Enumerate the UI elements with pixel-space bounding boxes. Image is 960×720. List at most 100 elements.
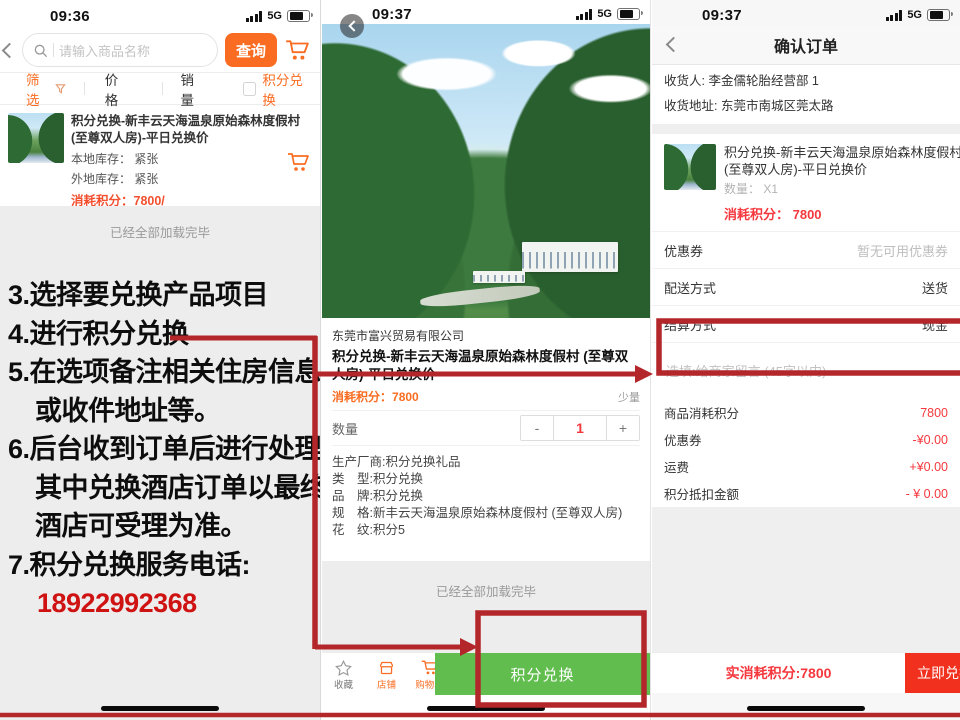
spec-list: 生产厂商:积分兑换礼品 类 型:积分兑换 品 牌:积分兑换 规 格:新丰云天海温… (332, 454, 640, 539)
favorite-button[interactable]: 收藏 (322, 658, 365, 691)
filter-tab[interactable]: 筛选 (8, 69, 51, 109)
payment-method-row[interactable]: 结算方式 现金 (652, 305, 960, 342)
panel-product-list: 09:36 5G 请输入商品名称 查询 (0, 0, 321, 720)
search-placeholder: 请输入商品名称 (59, 41, 150, 60)
add-to-cart-icon[interactable] (286, 151, 310, 173)
instruction-line: 6.后台收到订单后进行处理 (8, 430, 321, 469)
quantity-plus-button[interactable]: + (607, 416, 639, 440)
product-thumbnail (8, 113, 64, 163)
redeem-now-button[interactable]: 立即兑换 (905, 653, 960, 693)
quantity-value: 1 (553, 416, 607, 440)
hotel-building (473, 271, 525, 283)
battery-icon (617, 8, 640, 21)
status-time: 09:37 (666, 7, 742, 24)
quantity-stepper: - 1 + (520, 415, 640, 441)
cellular-signal-icon (246, 11, 263, 22)
detail-footer-area: 已经全部加载完毕 (322, 561, 650, 652)
search-icon (33, 43, 48, 58)
bottom-toolbar: 收藏 店铺 购物车 积分兑换 (322, 652, 650, 695)
cellular-signal-icon (886, 10, 903, 21)
local-stock: 本地库存： 紧张 (71, 150, 312, 167)
price-tab[interactable]: 价格 (105, 69, 130, 109)
price-row-coupon: 优惠券 -¥0.00 (652, 426, 960, 453)
all-loaded-text: 已经全部加载完毕 (0, 206, 320, 241)
home-indicator (101, 706, 219, 711)
all-loaded-text: 已经全部加载完毕 (436, 581, 536, 652)
instruction-line: 7.积分兑换服务电话: (8, 546, 321, 585)
spec-line: 品 牌:积分兑换 (332, 488, 640, 505)
spec-line: 生产厂商:积分兑换礼品 (332, 454, 640, 471)
scarcity-hint: 少量 (618, 389, 640, 405)
merchant-note-field[interactable] (652, 342, 960, 399)
panel-product-detail: 09:37 5G 东莞市富兴贸易有限公司 积分兑换-新丰云天海温泉原始森林度假村… (322, 0, 651, 720)
quantity-label: 数量 (332, 419, 358, 438)
search-row: 请输入商品名称 查询 (0, 28, 320, 72)
points-filter-checkbox[interactable] (243, 82, 256, 96)
points-filter-label[interactable]: 积分兑换 (262, 69, 312, 109)
product-thumbnail (664, 144, 716, 190)
search-caret (53, 43, 54, 57)
status-time: 09:36 (14, 8, 90, 25)
spec-line: 类 型:积分兑换 (332, 471, 640, 488)
checkout-bar: 实消耗积分:7800 立即兑换 (652, 652, 960, 693)
product-title: 积分兑换-新丰云天海温泉原始森林度假村 (至尊双人房)-平日兑换价 (724, 144, 960, 178)
back-button[interactable] (340, 14, 364, 38)
sales-tab[interactable]: 销量 (181, 69, 206, 109)
status-bar: 09:36 5G (0, 0, 320, 28)
slide-canvas: 09:36 5G 请输入商品名称 查询 (0, 0, 960, 720)
receiver-line: 收货人: 李金儒轮胎经营部 1 (664, 74, 960, 89)
filter-bar: 筛选 价格 销量 积分兑换 (0, 72, 320, 105)
instruction-line: 3.选择要兑换产品项目 (8, 276, 321, 315)
back-icon[interactable] (2, 42, 18, 58)
cart-icon[interactable] (284, 38, 310, 62)
address-line: 收货地址: 东莞市南城区莞太路 (664, 99, 960, 114)
instruction-line: 或收件地址等。 (8, 392, 321, 431)
price-row-shipping: 运费 +¥0.00 (652, 453, 960, 480)
quantity-minus-button[interactable]: - (521, 416, 553, 440)
home-indicator (427, 706, 545, 711)
product-title: 积分兑换-新丰云天海温泉原始森林度假村 (至尊双人房)-平日兑换价 (71, 113, 312, 147)
merchant-note-input[interactable] (664, 363, 948, 380)
instructions-overlay: 3.选择要兑换产品项目 4.进行积分兑换 5.在选项备注相关住房信息 或收件地址… (8, 276, 321, 623)
network-type-label: 5G (597, 8, 612, 20)
funnel-icon (55, 83, 66, 95)
address-block[interactable]: 收货人: 李金儒轮胎经营部 1 收货地址: 东莞市南城区莞太路 (652, 65, 960, 124)
network-type-label: 5G (267, 10, 282, 22)
resort-photo (322, 24, 650, 318)
company-name: 东莞市富兴贸易有限公司 (332, 327, 640, 344)
hotel-building (522, 242, 618, 272)
service-phone-number: 18922992368 (8, 584, 321, 623)
star-icon (335, 660, 352, 676)
network-type-label: 5G (907, 9, 922, 21)
order-product-item: 积分兑换-新丰云天海温泉原始森林度假村 (至尊双人房)-平日兑换价 数量： X1… (652, 134, 960, 231)
price-row-deduction: 积分抵扣金额 - ¥ 0.00 (652, 480, 960, 507)
search-query-button[interactable]: 查询 (225, 33, 277, 67)
product-info-section: 东莞市富兴贸易有限公司 积分兑换-新丰云天海温泉原始森林度假村 (至尊双人房)-… (322, 318, 650, 539)
home-indicator (747, 706, 865, 711)
points-cost: 消耗积分： 7800 (724, 204, 960, 223)
battery-icon (287, 10, 310, 23)
redeem-points-button[interactable]: 积分兑换 (435, 653, 650, 695)
spec-line: 花 纹:积分5 (332, 522, 640, 539)
product-title: 积分兑换-新丰云天海温泉原始森林度假村 (至尊双人房)-平日兑换价 (332, 348, 640, 384)
total-points-text: 实消耗积分:7800 (652, 653, 905, 693)
instruction-line: 4.进行积分兑换 (8, 315, 321, 354)
spec-line: 规 格:新丰云天海温泉原始森林度假村 (至尊双人房) (332, 505, 640, 522)
instruction-line: 5.在选项备注相关住房信息 (8, 353, 321, 392)
panel-confirm-order: 09:37 5G 确认订单 收货人: 李金儒轮胎经营部 1 收货地址: 东莞市南… (652, 0, 960, 720)
price-row-points: 商品消耗积分 7800 (652, 399, 960, 426)
road (420, 282, 541, 308)
shop-icon (378, 660, 395, 676)
page-title: 确认订单 (774, 33, 838, 57)
back-icon[interactable] (666, 37, 682, 53)
shop-button[interactable]: 店铺 (365, 658, 408, 691)
points-cost: 消耗积分：7800 (332, 388, 419, 405)
product-list-item[interactable]: 积分兑换-新丰云天海温泉原始森林度假村 (至尊双人房)-平日兑换价 本地库存： … (0, 105, 320, 205)
search-input[interactable]: 请输入商品名称 (22, 33, 218, 67)
product-quantity: 数量： X1 (724, 180, 960, 197)
list-footer-area: 已经全部加载完毕 3.选择要兑换产品项目 4.进行积分兑换 5.在选项备注相关住… (0, 206, 320, 720)
instruction-line: 酒店可受理为准。 (8, 507, 321, 546)
coupon-row[interactable]: 优惠券 暂无可用优惠券 (652, 231, 960, 268)
instruction-line: 其中兑换酒店订单以最终 (8, 469, 321, 508)
delivery-method-row[interactable]: 配送方式 送货 (652, 268, 960, 305)
